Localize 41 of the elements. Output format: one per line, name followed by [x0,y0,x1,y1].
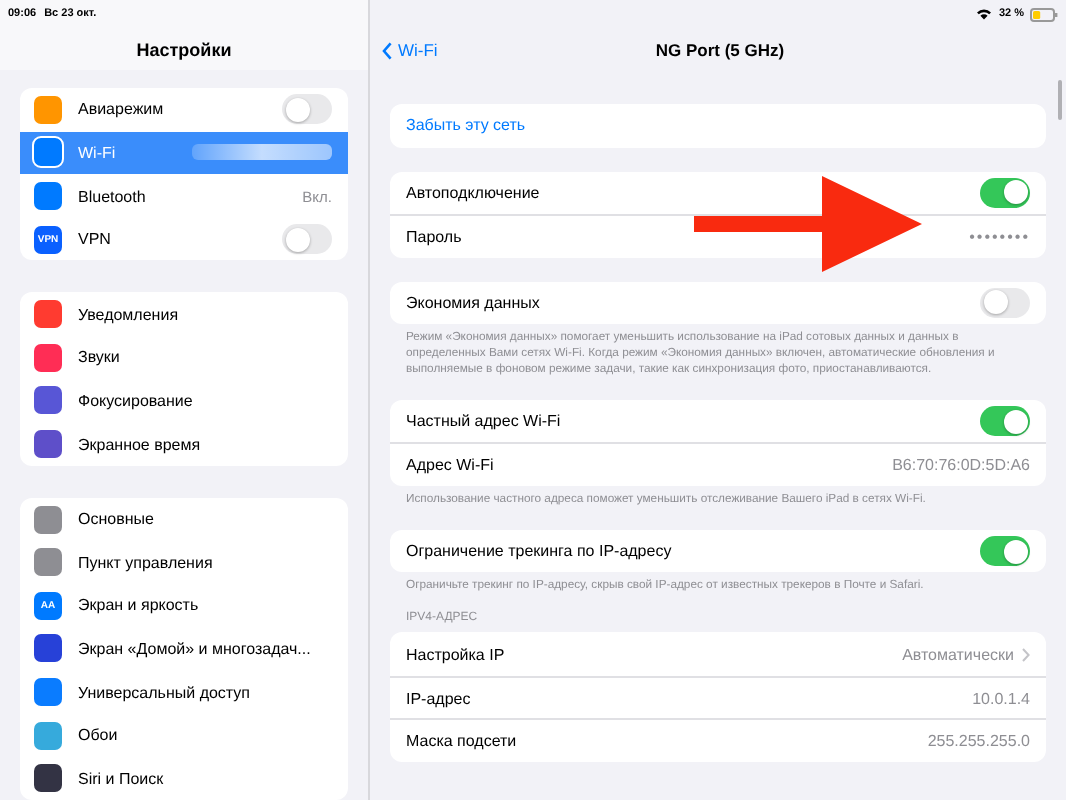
sidebar-item[interactable]: Универсальный доступ [20,670,348,714]
setting-label: Адрес Wi-Fi [406,456,496,475]
sidebar-item[interactable]: Звуки [20,336,348,380]
setting-label: Ограничение трекинга по IP-адресу [406,542,674,561]
chevron-right-icon [1022,647,1030,662]
sidebar-title: Настройки [134,40,234,60]
setting-label: Частный адрес Wi-Fi [406,412,563,431]
setting-label: Автоподключение [406,183,542,202]
setting-label: IP-адрес [406,689,473,708]
setting-value: 255.255.255.0 [927,732,1030,751]
sidebar-item[interactable]: Авиарежим [20,88,348,132]
setting-value: Автоматически [902,645,1014,664]
chevron-left-icon [382,41,392,59]
wifi-signal-icon [976,8,993,20]
sidebar-item[interactable]: Siri и Поиск [20,756,348,800]
toggle-switch[interactable] [980,406,1030,437]
sidebar-item[interactable]: Фокусирование [20,379,348,423]
page-title: NG Port (5 GHz) [655,40,785,60]
forget-network-link[interactable]: Забыть эту сеть [406,116,1030,135]
sidebar-item[interactable]: Обои [20,713,348,757]
toggle-switch[interactable] [980,177,1030,208]
setting-value: B6:70:76:0D:5D:A6 [892,456,1030,475]
setting-value: 10.0.1.4 [972,689,1030,708]
toggle-switch[interactable] [282,224,332,255]
back-button[interactable]: Wi-Fi [382,40,438,60]
scroll-bar [1058,80,1062,120]
setting-label: Настройка IP [406,645,507,664]
setting-label: Маска подсети [406,732,519,751]
battery-icon [1030,7,1058,21]
toggle-switch[interactable] [980,536,1030,567]
sidebar-item[interactable]: Экранное время [20,422,348,466]
sidebar-item[interactable]: Пункт управления [20,540,348,585]
setting-label: Пароль [406,227,464,246]
sidebar-item[interactable]: Уведомления [20,292,348,337]
setting-value: •••••••• [969,227,1030,246]
setting-label: Экономия данных [406,293,542,312]
blurred-value [192,144,332,161]
sidebar-item[interactable]: Экран «Домой» и многозадач... [20,627,348,671]
toggle-switch[interactable] [980,287,1030,318]
toggle-switch[interactable] [282,94,332,125]
sidebar-item[interactable]: Основные [20,497,348,541]
